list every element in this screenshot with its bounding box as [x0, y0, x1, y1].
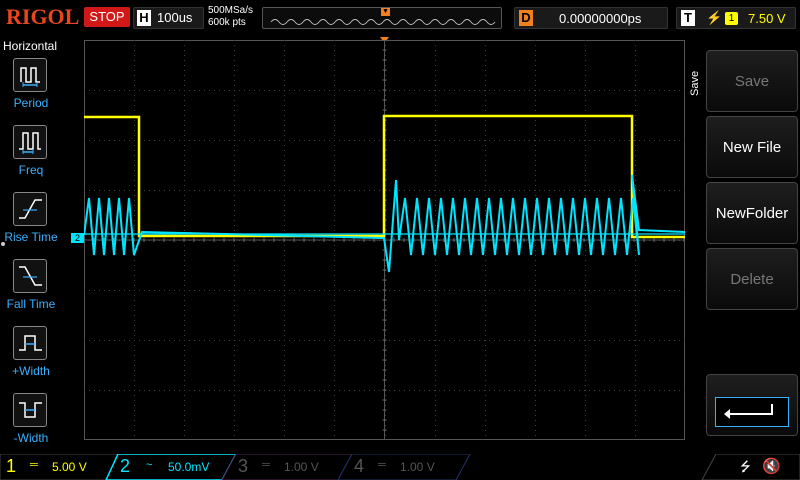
timebase-value: 100us: [157, 10, 193, 25]
menu-title: Horizontal: [2, 39, 58, 53]
coupling-icon: ~: [146, 459, 153, 471]
delay-box[interactable]: D 0.00000000ps: [514, 7, 668, 29]
channel-1-status[interactable]: 1 ═ 5.00 V: [0, 454, 110, 480]
save-button[interactable]: Save: [706, 50, 798, 112]
coupling-icon: ═: [30, 459, 38, 471]
horizontal-label: H: [137, 10, 151, 26]
acquisition-info: 500MSa/s 600k pts: [208, 5, 253, 29]
enter-button[interactable]: [706, 374, 798, 436]
measure-negative-width-button[interactable]: -Width: [4, 393, 58, 459]
trigger-edge-icon: ⚡: [706, 10, 723, 25]
enter-icon: [715, 397, 789, 427]
delete-button[interactable]: Delete: [706, 248, 798, 310]
save-menu: Save Save New File NewFolder Delete: [686, 36, 800, 454]
period-icon: [13, 58, 47, 92]
coupling-icon: ═: [262, 459, 270, 471]
trigger-source: 1: [725, 12, 738, 25]
ch2-offset-marker[interactable]: 2: [71, 233, 84, 243]
horizontal-measure-menu: Horizontal Period Freq Rise Time Fall Ti…: [0, 36, 62, 454]
speaker-muted-icon[interactable]: 🔇: [762, 457, 781, 475]
trigger-level: 7.50 V: [748, 11, 786, 26]
rise-time-icon: [13, 192, 47, 226]
measure-label: -Width: [13, 431, 49, 445]
measure-frequency-button[interactable]: Freq: [4, 125, 58, 191]
run-stop-indicator[interactable]: STOP: [84, 7, 130, 27]
waveform-display: [84, 40, 685, 440]
timebase-box[interactable]: H 100us: [133, 7, 204, 29]
measure-label: Freq: [18, 163, 44, 177]
measure-positive-width-button[interactable]: +Width: [4, 326, 58, 392]
channel-2-status[interactable]: 2 ~ 50.0mV: [114, 454, 224, 480]
trigger-box[interactable]: T ⚡ 1 7.50 V: [676, 7, 796, 29]
menu-title: Save: [689, 70, 701, 96]
measure-fall-time-button[interactable]: Fall Time: [4, 259, 58, 325]
channel-4-status[interactable]: 4 ═ 1.00 V: [348, 454, 458, 480]
memory-depth: 600k pts: [208, 17, 246, 28]
new-folder-button[interactable]: NewFolder: [706, 182, 798, 244]
channel-status-bar: 1 ═ 5.00 V 2 ~ 50.0mV 3 ═ 1.00 V 4 ═ 1.0…: [0, 454, 800, 480]
brand-logo: RIGOL: [6, 4, 80, 29]
measure-label: +Width: [12, 364, 50, 378]
negative-width-icon: [13, 393, 47, 427]
new-file-button[interactable]: New File: [706, 116, 798, 178]
measure-label: Period: [13, 96, 49, 110]
measure-rise-time-button[interactable]: Rise Time: [4, 192, 58, 258]
delay-label: D: [519, 10, 533, 26]
top-status-bar: RIGOL STOP H 100us 500MSa/s 600k pts ▼ D…: [0, 0, 800, 36]
frequency-icon: [13, 125, 47, 159]
measure-period-button[interactable]: Period: [4, 58, 58, 124]
usb-icon: ⭍: [740, 459, 751, 474]
measure-label: Fall Time: [6, 297, 56, 311]
memory-overview-bar: ▼: [262, 7, 502, 29]
menu-page-indicator: [1, 242, 5, 246]
positive-width-icon: [13, 326, 47, 360]
delay-value: 0.00000000ps: [559, 11, 642, 26]
fall-time-icon: [13, 259, 47, 293]
overview-waveform: [270, 19, 496, 25]
coupling-icon: ═: [378, 459, 386, 471]
measure-label: Rise Time: [4, 230, 58, 244]
sample-rate: 500MSa/s: [208, 5, 254, 16]
channel-3-status[interactable]: 3 ═ 1.00 V: [232, 454, 342, 480]
trigger-label: T: [681, 10, 695, 26]
